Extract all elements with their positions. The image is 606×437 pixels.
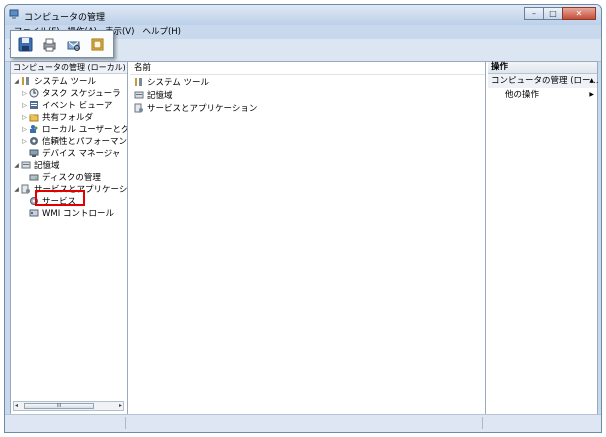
computer-management-window: コンピュータの管理 – □ ✕ ファイル(F) 操作(A) 表示(V) ヘルプ(… <box>4 4 602 433</box>
title-bar[interactable]: コンピュータの管理 – □ ✕ <box>5 5 601 25</box>
tools-icon <box>135 77 142 86</box>
tree-pane: コンピュータの管理 (ローカル) ◢ システム ツール ▷ タスク スケジューラ… <box>11 62 128 415</box>
tree-root[interactable]: コンピュータの管理 (ローカル) <box>11 62 127 74</box>
collapsed-arrow-icon[interactable]: ▷ <box>21 138 28 145</box>
list-item-storage[interactable]: 記憶域 <box>130 88 485 101</box>
expanded-arrow-icon[interactable]: ◢ <box>13 186 20 193</box>
toolbar-popup <box>10 30 114 58</box>
wmi-icon <box>29 209 39 217</box>
save-button[interactable] <box>17 36 34 53</box>
column-header-name[interactable]: 名前 <box>130 62 485 75</box>
properties-icon <box>91 38 104 50</box>
tree-item-local-users-groups[interactable]: ▷ ローカル ユーザーとグループ <box>21 123 127 135</box>
tree-item-event-viewer[interactable]: ▷ イベント ビューア <box>21 99 112 111</box>
actions-section-computer-management[interactable]: コンピュータの管理 (ロー... ▲ <box>488 74 599 88</box>
maximize-button[interactable]: □ <box>543 7 563 20</box>
status-bar <box>5 414 601 432</box>
scroll-right-arrow-icon[interactable]: ▸ <box>119 402 122 409</box>
services-apps-icon <box>21 184 30 194</box>
main-content: コンピュータの管理 (ローカル) ◢ システム ツール ▷ タスク スケジューラ… <box>10 61 599 416</box>
device-manager-icon <box>29 149 39 157</box>
collapsed-arrow-icon[interactable]: ▷ <box>21 102 28 109</box>
collapse-arrow-icon[interactable]: ▲ <box>589 74 594 88</box>
expanded-arrow-icon[interactable]: ◢ <box>13 162 20 169</box>
tree-item-system-tools[interactable]: ◢ システム ツール <box>13 75 96 87</box>
tools-icon <box>22 77 29 85</box>
shared-folder-icon <box>29 114 39 122</box>
storage-icon <box>134 91 144 98</box>
print-icon <box>43 38 56 51</box>
disk-icon <box>29 174 39 181</box>
collapsed-arrow-icon[interactable]: ▷ <box>21 114 28 121</box>
actions-pane: 操作 コンピュータの管理 (ロー... ▲ 他の操作 ▶ <box>488 62 599 415</box>
status-divider <box>482 417 483 429</box>
actions-header: 操作 <box>488 62 597 74</box>
services-apps-icon <box>134 103 143 112</box>
list-item-system-tools[interactable]: システム ツール <box>130 75 485 88</box>
save-icon <box>18 37 33 51</box>
clock-icon <box>29 88 39 98</box>
list-item-services-applications[interactable]: サービスとアプリケーション <box>130 101 485 114</box>
tree-item-disk-management[interactable]: ディスクの管理 <box>28 171 101 183</box>
selection-highlight-box <box>35 190 85 206</box>
users-icon <box>30 125 38 133</box>
event-viewer-icon <box>30 101 38 109</box>
tree-item-shared-folders[interactable]: ▷ 共有フォルダ <box>21 111 93 123</box>
tree-item-device-manager[interactable]: デバイス マネージャ <box>28 147 120 159</box>
actions-item-more-actions[interactable]: 他の操作 ▶ <box>488 88 597 102</box>
close-button[interactable]: ✕ <box>562 7 596 20</box>
list-pane: 名前 システム ツール 記憶域 サービスとアプリケーション <box>130 62 486 415</box>
tree-item-task-scheduler[interactable]: ▷ タスク スケジューラ <box>21 87 121 99</box>
scroll-left-arrow-icon[interactable]: ◂ <box>15 402 18 409</box>
scrollbar-thumb[interactable]: III <box>24 403 94 409</box>
storage-icon <box>21 161 31 169</box>
properties-button[interactable] <box>89 36 106 53</box>
computer-management-icon <box>9 9 19 19</box>
print-button[interactable] <box>41 36 58 53</box>
collapsed-arrow-icon[interactable]: ▷ <box>21 90 28 97</box>
print-preview-button[interactable] <box>65 36 82 53</box>
menu-help[interactable]: ヘルプ(H) <box>138 25 185 39</box>
expanded-arrow-icon[interactable]: ◢ <box>13 78 20 85</box>
window-title: コンピュータの管理 <box>24 13 106 23</box>
tree-item-reliability-performance[interactable]: ▷ 信頼性とパフォーマンス <box>21 135 127 147</box>
status-divider <box>125 417 126 429</box>
minimize-button[interactable]: – <box>524 7 544 20</box>
tree-item-wmi-control[interactable]: WMI コントロール <box>28 207 114 219</box>
performance-icon <box>30 137 38 145</box>
collapsed-arrow-icon[interactable]: ▷ <box>21 126 28 133</box>
tree-item-storage[interactable]: ◢ 記憶域 <box>13 159 59 171</box>
tree-horizontal-scrollbar[interactable]: ◂ III ▸ <box>13 401 124 411</box>
print-preview-icon <box>67 41 80 51</box>
submenu-arrow-icon: ▶ <box>589 91 594 98</box>
